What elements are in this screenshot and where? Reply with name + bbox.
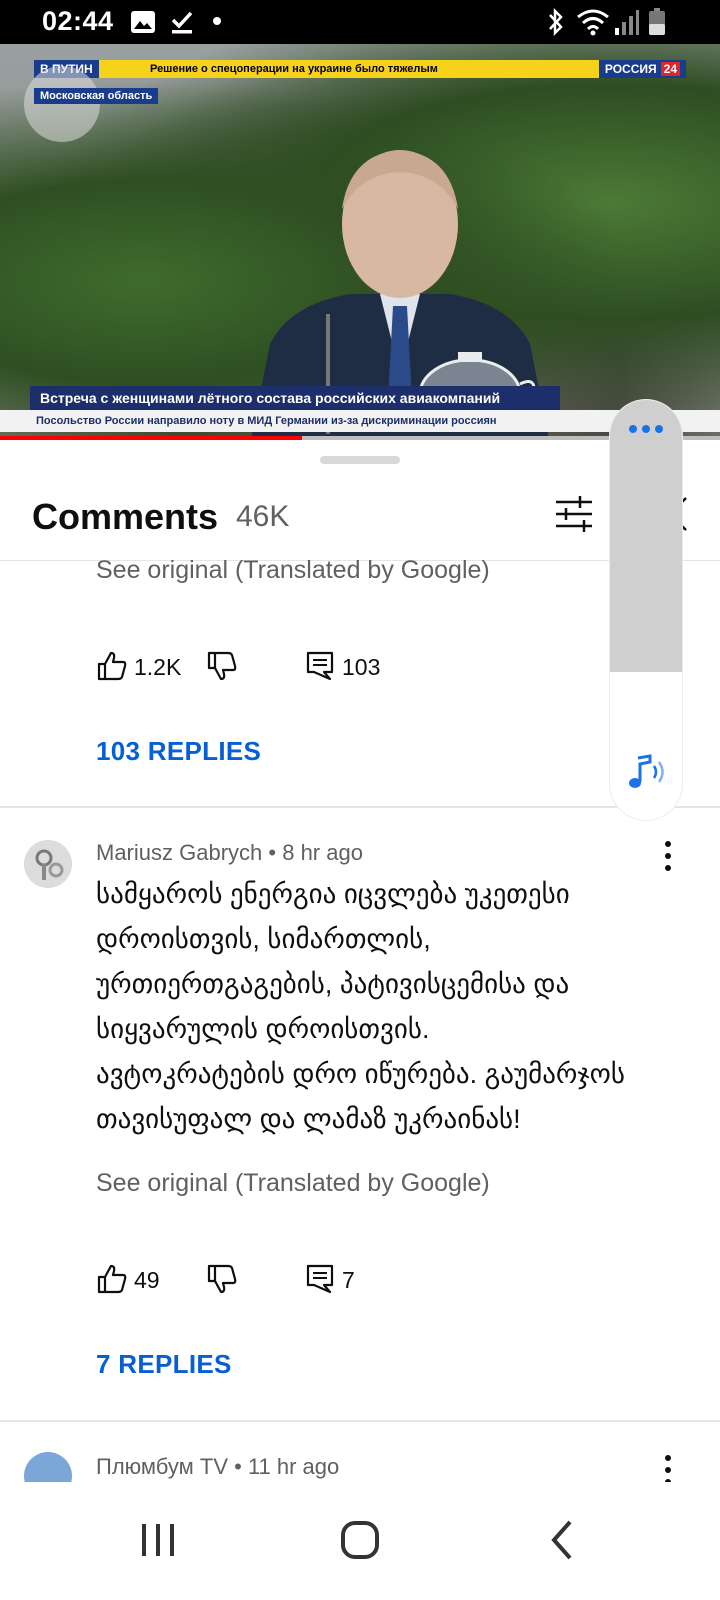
- divider: [0, 1420, 720, 1422]
- comment-time: 11 hr ago: [247, 1454, 340, 1479]
- sort-filter-icon[interactable]: [554, 494, 594, 534]
- see-original-link[interactable]: See original (Translated by Google): [96, 1169, 490, 1198]
- recent-apps-icon[interactable]: [128, 1510, 188, 1570]
- comment-meta: Плюмбум TV • 11 hr ago: [96, 1454, 340, 1479]
- comment-line: სიყვარულის დროისთვის.: [96, 1014, 430, 1044]
- like-count: 1.2K: [134, 654, 182, 680]
- channel-logo: РОССИЯ 24: [598, 60, 686, 78]
- navigation-bar: [0, 1482, 720, 1600]
- comments-count: 46K: [236, 500, 290, 533]
- region-label: Московская область: [34, 88, 159, 104]
- comment-line: სამყაროს ენერგია იცვლება უკეთესი: [96, 879, 570, 909]
- back-icon[interactable]: [532, 1510, 592, 1570]
- music-note-icon[interactable]: [624, 750, 668, 794]
- comment-line: დროისთვის, სიმართლის,: [96, 924, 431, 954]
- more-dots-icon[interactable]: [628, 424, 664, 434]
- comment-meta: Mariusz Gabrych • 8 hr ago: [96, 840, 363, 865]
- comment-author[interactable]: Плюмбум TV: [96, 1454, 228, 1479]
- comment-author[interactable]: Mariusz Gabrych: [96, 840, 262, 865]
- home-icon[interactable]: [330, 1510, 390, 1570]
- keys-image: [24, 840, 72, 888]
- drag-handle[interactable]: [320, 456, 400, 464]
- avatar[interactable]: [24, 840, 72, 888]
- bluetooth-icon: [549, 8, 563, 36]
- check-icon: [171, 11, 193, 34]
- divider: [0, 806, 720, 808]
- lower-third-caption: Встреча с женщинами лётного состава росс…: [30, 386, 560, 410]
- comment-line: ურთიერთგაგების, პატივისცემისა და: [96, 969, 570, 999]
- like-icon[interactable]: [96, 650, 128, 682]
- channel-number: 24: [660, 62, 680, 76]
- comment-time: 8 hr ago: [282, 840, 363, 865]
- comments-title: Comments: [32, 496, 219, 537]
- reply-icon[interactable]: [304, 1263, 336, 1295]
- avatar[interactable]: [24, 1452, 72, 1482]
- reply-icon[interactable]: [304, 650, 336, 682]
- side-panel-handle[interactable]: [610, 400, 682, 672]
- comment-text: სამყაროს ენერგია იცვლება უკეთესი დროისთვ…: [96, 872, 696, 1142]
- view-replies-button[interactable]: 7 REPLIES: [96, 1349, 232, 1380]
- more-options-icon[interactable]: [660, 838, 676, 874]
- gallery-icon: [131, 11, 155, 33]
- news-ticker: В ПУТИН Решение о спецоперации на украин…: [34, 60, 686, 78]
- like-count: 49: [134, 1267, 160, 1293]
- video-player[interactable]: В ПУТИН Решение о спецоперации на украин…: [0, 44, 720, 440]
- dislike-icon[interactable]: [206, 650, 238, 682]
- status-time: 02:44: [42, 6, 114, 36]
- channel-name: РОССИЯ: [604, 62, 657, 76]
- signal-icon: [615, 10, 639, 35]
- dot-icon: [213, 17, 221, 25]
- status-bar: 02:44: [0, 0, 720, 44]
- more-options-icon[interactable]: [660, 1452, 676, 1482]
- battery-icon: [649, 8, 665, 35]
- floating-side-panel[interactable]: [610, 400, 682, 820]
- channel-avatar[interactable]: [24, 66, 100, 142]
- wifi-icon: [577, 9, 609, 36]
- comment-line: ავტოკრატების დრო იწურება. გაუმარჯოს: [96, 1059, 626, 1089]
- reply-count: 103: [342, 654, 381, 680]
- like-icon[interactable]: [96, 1263, 128, 1295]
- ticker-headline: Решение о спецоперации на украине было т…: [150, 63, 438, 75]
- view-replies-button[interactable]: 103 REPLIES: [96, 736, 261, 767]
- see-original-link[interactable]: See original (Translated by Google): [96, 556, 490, 585]
- reply-count: 7: [342, 1267, 355, 1293]
- dislike-icon[interactable]: [206, 1263, 238, 1295]
- comment-line: თავისუფალ და ლამაზ უკრაინას!: [96, 1104, 521, 1134]
